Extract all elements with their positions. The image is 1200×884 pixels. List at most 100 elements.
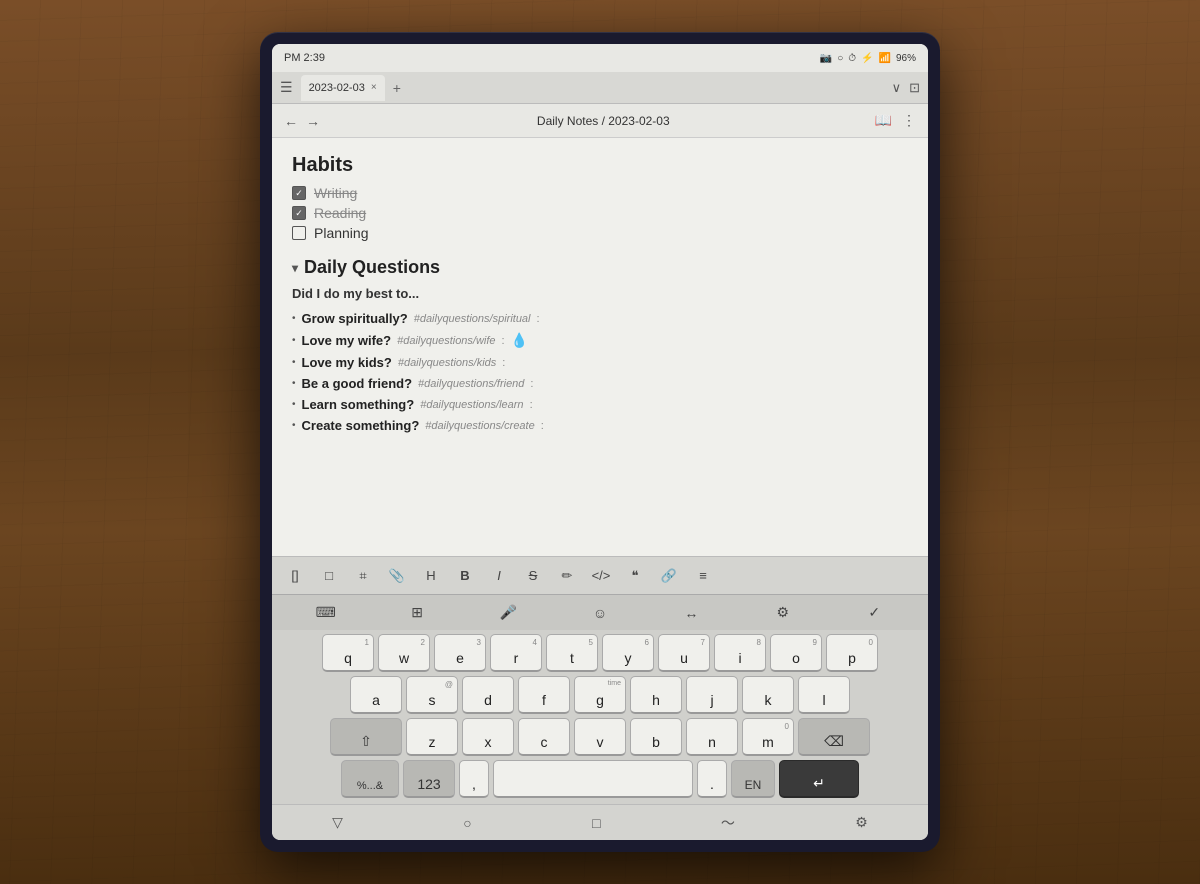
- format-quote-btn[interactable]: ❝: [620, 562, 650, 590]
- more-options-icon[interactable]: ⋮: [902, 112, 916, 129]
- format-bracket-btn[interactable]: []: [280, 562, 310, 590]
- format-more-btn[interactable]: ≡: [688, 562, 718, 590]
- content-area[interactable]: Habits Writing Reading Planning ▾: [272, 138, 928, 556]
- keyboard-settings-btn[interactable]: ⚙: [765, 599, 801, 627]
- key-l[interactable]: l: [798, 676, 850, 714]
- key-k[interactable]: k: [742, 676, 794, 714]
- keyboard-emoji-btn[interactable]: ☺: [582, 599, 618, 627]
- habit-checkbox-planning[interactable]: [292, 226, 306, 240]
- lang-key[interactable]: EN: [731, 760, 775, 798]
- nav-back-button[interactable]: ▽: [320, 810, 355, 835]
- colon-create: :: [541, 420, 544, 432]
- key-i[interactable]: 8i: [714, 634, 766, 672]
- format-italic-btn[interactable]: I: [484, 562, 514, 590]
- chevron-down-icon[interactable]: ∨: [892, 80, 902, 96]
- nav-arrows: ← →: [284, 113, 320, 129]
- format-bold-btn[interactable]: B: [450, 562, 480, 590]
- colon-kids: :: [502, 357, 505, 369]
- tab-close-button[interactable]: ×: [371, 82, 377, 93]
- bottom-nav: ▽ ○ □ 〜 ⚙: [272, 804, 928, 840]
- did-i-text: Did I do my best to...: [292, 286, 908, 301]
- habit-item-planning: Planning: [292, 225, 908, 241]
- circle-icon: ○: [837, 53, 843, 64]
- num-key[interactable]: 123: [403, 760, 455, 798]
- format-doc-btn[interactable]: □: [314, 562, 344, 590]
- keyboard-done-btn[interactable]: ✓: [856, 599, 892, 627]
- key-j[interactable]: j: [686, 676, 738, 714]
- bullet-icon: •: [292, 399, 296, 410]
- key-n[interactable]: n: [686, 718, 738, 756]
- period-key[interactable]: .: [697, 760, 727, 798]
- device: BOOX PM 2:39 📷 ○ ⏱ ⚡ 📶 96% ☰ 2023-02-03 …: [260, 32, 940, 852]
- daily-questions-title: ▾ Daily Questions: [292, 257, 908, 278]
- key-v[interactable]: v: [574, 718, 626, 756]
- nav-recent-button[interactable]: □: [580, 811, 612, 835]
- layout-icon[interactable]: ⊡: [909, 80, 920, 96]
- water-drop-icon: 💧: [511, 332, 528, 349]
- tab-bar: ☰ 2023-02-03 × + ∨ ⊡: [272, 72, 928, 104]
- key-e[interactable]: 3e: [434, 634, 486, 672]
- key-m[interactable]: 0m: [742, 718, 794, 756]
- tab-add-button[interactable]: +: [389, 78, 405, 98]
- space-key[interactable]: [493, 760, 693, 798]
- key-h[interactable]: h: [630, 676, 682, 714]
- habit-checkbox-writing[interactable]: [292, 186, 306, 200]
- symbols-key[interactable]: %...&: [341, 760, 399, 798]
- comma-key[interactable]: ,: [459, 760, 489, 798]
- nav-gesture-button[interactable]: 〜: [709, 809, 747, 837]
- format-tag-btn[interactable]: ⌗: [348, 562, 378, 590]
- backspace-key[interactable]: ⌫: [798, 718, 870, 756]
- format-link-btn[interactable]: 🔗: [654, 562, 684, 590]
- nav-settings-button[interactable]: ⚙: [843, 810, 880, 835]
- key-o[interactable]: 9o: [770, 634, 822, 672]
- key-z[interactable]: z: [406, 718, 458, 756]
- nav-home-button[interactable]: ○: [451, 811, 483, 835]
- book-icon[interactable]: 📖: [875, 112, 892, 129]
- question-item-learn: • Learn something? #dailyquestions/learn…: [292, 397, 908, 412]
- sidebar-toggle-icon[interactable]: ☰: [280, 79, 293, 96]
- format-strikethrough-btn[interactable]: S: [518, 562, 548, 590]
- shift-key[interactable]: ⇧: [330, 718, 402, 756]
- tab-label: 2023-02-03: [309, 82, 365, 94]
- keyboard-cursor-btn[interactable]: ↔: [673, 599, 709, 627]
- wifi-icon: 📶: [879, 53, 891, 64]
- key-b[interactable]: b: [630, 718, 682, 756]
- keyboard-mic-btn[interactable]: 🎤: [491, 599, 527, 627]
- bluetooth-icon: ⚡: [861, 53, 873, 64]
- key-x[interactable]: x: [462, 718, 514, 756]
- question-item-wife: • Love my wife? #dailyquestions/wife : 💧: [292, 332, 908, 349]
- habit-checkbox-reading[interactable]: [292, 206, 306, 220]
- bullet-icon: •: [292, 357, 296, 368]
- key-s[interactable]: @s: [406, 676, 458, 714]
- enter-key[interactable]: ↵: [779, 760, 859, 798]
- key-a[interactable]: a: [350, 676, 402, 714]
- key-w[interactable]: 2w: [378, 634, 430, 672]
- format-pen-btn[interactable]: ✏: [552, 562, 582, 590]
- keyboard-toggle-btn[interactable]: ⌨: [308, 599, 344, 627]
- forward-button[interactable]: →: [306, 113, 320, 129]
- back-button[interactable]: ←: [284, 113, 298, 129]
- key-y[interactable]: 6y: [602, 634, 654, 672]
- key-f[interactable]: f: [518, 676, 570, 714]
- habit-label-writing: Writing: [314, 185, 357, 201]
- format-code-btn[interactable]: </>: [586, 562, 616, 590]
- format-heading-btn[interactable]: H: [416, 562, 446, 590]
- status-icons: 📷 ○ ⏱ ⚡ 📶 96%: [820, 53, 916, 64]
- key-u[interactable]: 7u: [658, 634, 710, 672]
- key-t[interactable]: 5t: [546, 634, 598, 672]
- bullet-icon: •: [292, 313, 296, 324]
- key-d[interactable]: d: [462, 676, 514, 714]
- tab-right-actions: ∨ ⊡: [892, 80, 920, 96]
- key-q[interactable]: 1q: [322, 634, 374, 672]
- format-attach-btn[interactable]: 📎: [382, 562, 412, 590]
- status-time: PM 2:39: [284, 52, 325, 64]
- key-g[interactable]: timeg: [574, 676, 626, 714]
- key-r[interactable]: 4r: [490, 634, 542, 672]
- habits-section: Habits Writing Reading Planning: [292, 154, 908, 241]
- question-tag-kids: #dailyquestions/kids: [398, 357, 496, 369]
- key-c[interactable]: c: [518, 718, 570, 756]
- collapse-arrow-icon[interactable]: ▾: [292, 261, 298, 275]
- key-p[interactable]: 0p: [826, 634, 878, 672]
- active-tab[interactable]: 2023-02-03 ×: [301, 75, 385, 101]
- keyboard-grid-btn[interactable]: ⊞: [399, 599, 435, 627]
